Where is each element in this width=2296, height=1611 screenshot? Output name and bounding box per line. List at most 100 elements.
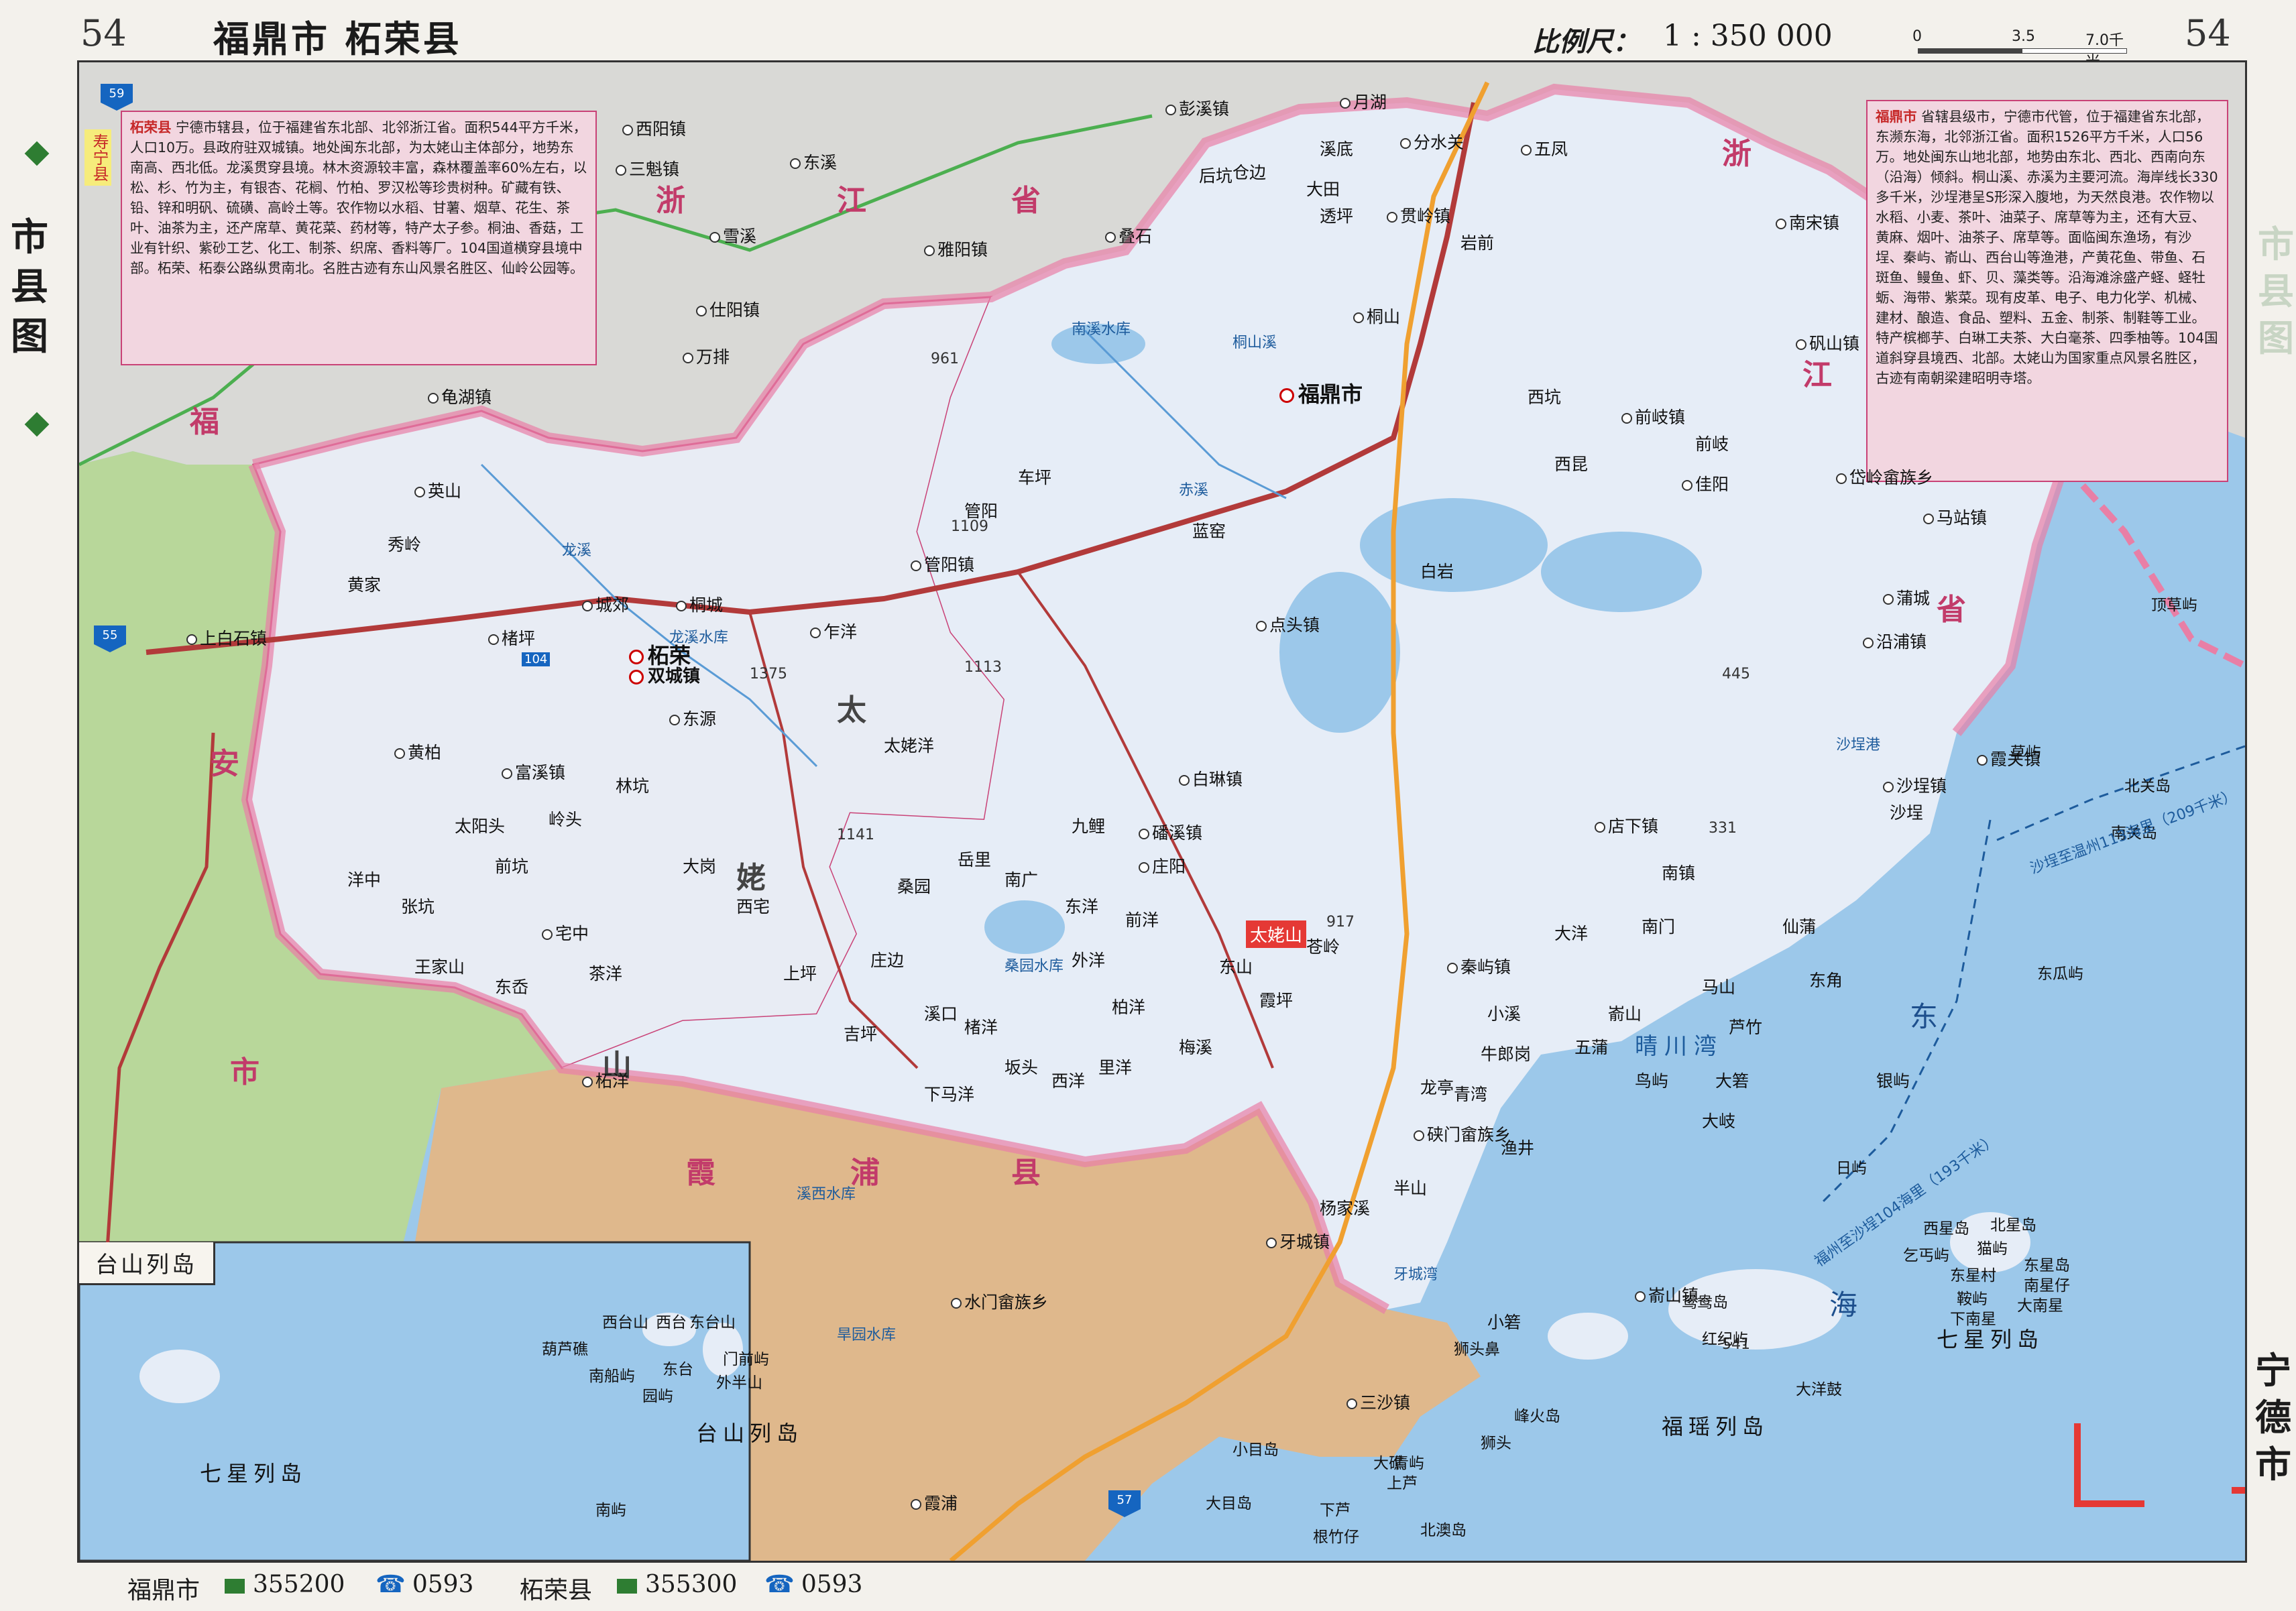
town-label[interactable]: 三魁镇	[616, 156, 679, 180]
town-label[interactable]: 南宋镇	[1776, 210, 1839, 234]
town-label[interactable]: 管阳镇	[911, 552, 974, 576]
town-label[interactable]: 分水关	[1400, 129, 1464, 154]
island-label: 东星岛	[2024, 1257, 2070, 1274]
village-label: 西昆	[1554, 455, 1589, 474]
village-label: 上坪	[783, 964, 817, 983]
river-label: 桐山溪	[1232, 335, 1277, 351]
town-label[interactable]: 桐城	[676, 592, 723, 616]
town-label[interactable]: 叠石	[1105, 223, 1152, 247]
town-label[interactable]: 岱岭畲族乡	[1836, 465, 1933, 489]
scenic-spot-taimushan[interactable]: 太姥山	[1246, 920, 1307, 948]
reservoir-area	[984, 900, 1065, 954]
elevation-label: 917	[1326, 914, 1355, 931]
town-label[interactable]: 三沙镇	[1346, 1390, 1410, 1414]
town-label[interactable]: 磻溪镇	[1139, 820, 1202, 844]
scale-tick-0: 0	[1912, 28, 1922, 45]
city-seat-fuding[interactable]: 福鼎市	[1279, 377, 1363, 408]
info-box-zherong: 柘荣县 宁德市辖县，位于福建省东北部、北邻浙江省。面积544平方千米，人口10万…	[121, 111, 597, 365]
right-vertical-label: 宁 德 市	[2253, 1348, 2293, 1488]
town-label[interactable]: 仕阳镇	[696, 297, 760, 321]
town-label[interactable]: 万排	[683, 344, 730, 368]
town-label[interactable]: 店下镇	[1595, 813, 1658, 837]
town-label[interactable]: 上白石镇	[186, 625, 267, 650]
inset-taishan: 台山列岛	[79, 1242, 750, 1561]
village-label: 后坑	[1199, 166, 1233, 186]
town-label[interactable]: 西阳镇	[622, 116, 686, 140]
town-label[interactable]: 蒲城	[1883, 585, 1930, 609]
river-label: 龙溪	[562, 542, 592, 559]
elevation-label: 1113	[964, 659, 1002, 676]
village-label: 溪底	[1320, 139, 1354, 159]
town-label[interactable]: 霞浦	[911, 1490, 958, 1514]
village-label: 柏洋	[1112, 998, 1146, 1017]
town-label[interactable]: 龟湖镇	[428, 384, 492, 408]
island-shape	[1548, 1313, 1628, 1360]
village-label: 秀岭	[388, 535, 422, 554]
village-label: 王家山	[414, 957, 465, 977]
town-label[interactable]: 宅中	[542, 920, 589, 945]
town-label[interactable]: 富溪镇	[502, 760, 565, 784]
town-label[interactable]: 矾山镇	[1796, 331, 1859, 355]
village-label: 大田	[1306, 180, 1340, 199]
footer-zherong-name: 柘荣县	[520, 1577, 593, 1604]
footer-zherong-postcode: 355300	[617, 1571, 737, 1598]
town-label[interactable]: 桐山	[1353, 304, 1400, 328]
town-label[interactable]: 英山	[414, 478, 461, 502]
town-label[interactable]: 雅阳镇	[924, 237, 988, 261]
elevation-label: 1375	[750, 666, 787, 682]
village-label: 大洋	[1554, 924, 1589, 943]
scale-tick-1: 3.5	[2012, 28, 2035, 45]
river-label: 赤溪	[1179, 482, 1209, 499]
village-label: 南门	[1642, 917, 1676, 937]
vertical-char: 宁	[2255, 1350, 2291, 1392]
village-label: 马山	[1702, 977, 1736, 997]
tab-dot-icon	[24, 412, 50, 437]
village-label: 太姥洋	[884, 736, 935, 756]
town-label[interactable]: 东溪	[790, 150, 837, 174]
town-label[interactable]: 贯岭镇	[1387, 203, 1450, 227]
village-label: 岩前	[1460, 233, 1495, 253]
town-label[interactable]: 沙埕镇	[1883, 773, 1947, 797]
village-label: 吉坪	[844, 1024, 878, 1044]
vertical-char: 德	[2255, 1396, 2291, 1439]
island-label: 猫屿	[1977, 1240, 2008, 1258]
town-label[interactable]: 雪溪	[709, 223, 756, 247]
village-label: 岭头	[549, 810, 583, 829]
village-label: 苍岭	[1306, 937, 1340, 957]
village-label: 五蒲	[1574, 1038, 1609, 1057]
town-label[interactable]: 五凤	[1521, 136, 1568, 160]
town-label[interactable]: 城郊	[582, 592, 629, 616]
mountain-label: 太	[837, 693, 866, 727]
town-label[interactable]: 前岐镇	[1621, 404, 1685, 428]
island-label: 上芦	[1387, 1475, 1418, 1492]
town-label[interactable]: 硖门畲族乡	[1414, 1122, 1511, 1146]
village-label: 张坑	[401, 897, 435, 916]
map[interactable]: 柘荣县 宁德市辖县，位于福建省东北部、北邻浙江省。面积544平方千米，人口10万…	[77, 60, 2247, 1563]
lake-area	[1541, 532, 1702, 612]
town-label[interactable]: 牙城镇	[1266, 1229, 1330, 1253]
info-box-text: 省辖县级市，宁德市代管，位于福建省东北部，东濒东海，北邻浙江省。面积1526平方…	[1876, 109, 2218, 386]
reservoir-label: 龙溪水库	[669, 630, 729, 646]
town-label[interactable]: 秦屿镇	[1447, 954, 1511, 978]
town-label[interactable]: 庄阳	[1139, 853, 1186, 878]
town-label[interactable]: 黄柏	[394, 739, 441, 764]
island-label: 南星仔	[2024, 1277, 2070, 1295]
town-label[interactable]: 白琳镇	[1179, 766, 1243, 790]
town-label[interactable]: 彭溪镇	[1165, 96, 1229, 120]
town-label[interactable]: 月湖	[1340, 89, 1387, 113]
footer-fuding-postcode: 355200	[225, 1571, 345, 1598]
region-label: 江	[1802, 358, 1832, 392]
town-label[interactable]: 点头镇	[1256, 612, 1320, 636]
town-label[interactable]: 沿浦镇	[1863, 629, 1927, 653]
town-label[interactable]: 佳阳	[1682, 471, 1729, 495]
town-label[interactable]: 柘洋	[582, 1068, 629, 1092]
scale-label: 比例尺：	[1532, 27, 1640, 58]
village-label: 鸟屿	[1635, 1071, 1669, 1091]
town-label[interactable]: 东源	[669, 706, 716, 730]
info-box-fuding: 福鼎市 省辖县级市，宁德市代管，位于福建省东北部，东濒东海，北邻浙江省。面积15…	[1866, 100, 2228, 482]
town-label[interactable]: 楮坪	[488, 625, 535, 650]
county-seat-town[interactable]: 双城镇	[629, 662, 700, 687]
town-label[interactable]: 乍洋	[810, 619, 857, 643]
town-label[interactable]: 水门畲族乡	[951, 1289, 1048, 1313]
town-label[interactable]: 马站镇	[1923, 505, 1987, 529]
